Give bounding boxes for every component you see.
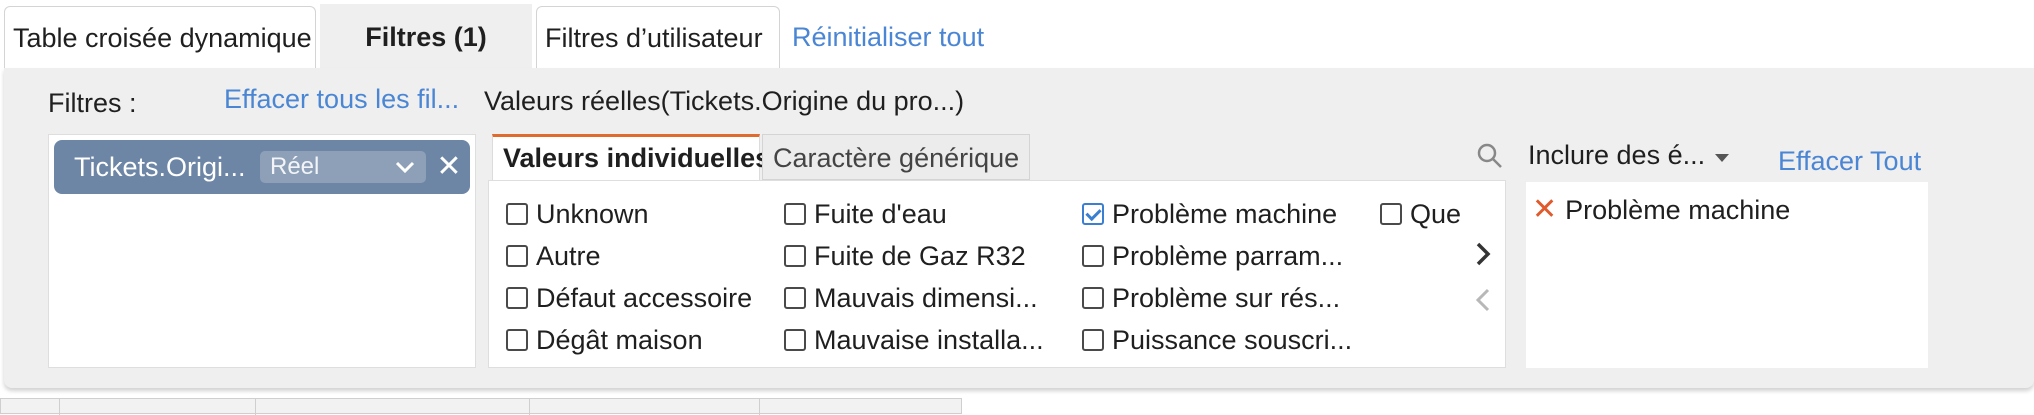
value-label: Problème sur rés... — [1112, 283, 1341, 313]
chevron-left-icon[interactable] — [1472, 286, 1494, 319]
filter-mode-select[interactable]: Réel — [260, 151, 426, 183]
filters-label: Filtres : — [48, 88, 137, 118]
value-label: Problème parram... — [1112, 241, 1344, 271]
value-checkbox[interactable]: Que — [1380, 196, 1461, 232]
checkbox[interactable] — [1082, 328, 1104, 351]
checkbox[interactable] — [784, 328, 806, 351]
chevron-right-icon[interactable] — [1472, 240, 1494, 273]
tab-user-filters[interactable]: Filtres d’utilisateur — [536, 6, 780, 68]
value-checkbox[interactable]: Unknown — [506, 196, 649, 232]
checkbox[interactable] — [506, 244, 528, 267]
value-checkbox[interactable]: Problème parram... — [1082, 238, 1343, 274]
caret-down-icon — [1713, 140, 1731, 170]
tab-wildcard[interactable]: Caractère générique — [762, 134, 1030, 180]
include-dropdown-label: Inclure des é... — [1528, 140, 1706, 170]
filter-chip[interactable]: Tickets.Origi... Réel ✕ — [54, 140, 470, 194]
value-label: Puissance souscri... — [1112, 325, 1353, 355]
checkbox[interactable] — [506, 286, 528, 309]
checkbox[interactable] — [1380, 202, 1402, 225]
checkbox[interactable] — [784, 244, 806, 267]
value-checkbox[interactable]: Fuite d'eau — [784, 196, 947, 232]
value-label: Mauvaise installa... — [814, 325, 1044, 355]
table-header-strip — [0, 398, 962, 415]
value-label: Fuite de Gaz R32 — [814, 241, 1026, 271]
checkbox[interactable] — [1082, 202, 1104, 225]
selected-item-label: Problème machine — [1565, 195, 1791, 225]
tab-pivot-table[interactable]: Table croisée dynamique — [4, 6, 316, 68]
search-icon[interactable] — [1476, 142, 1504, 175]
value-label: Autre — [536, 241, 601, 271]
value-checkbox[interactable]: Dégât maison — [506, 322, 703, 358]
checkbox[interactable] — [506, 328, 528, 351]
value-checkbox[interactable]: Défaut accessoire — [506, 280, 752, 316]
checkbox[interactable] — [506, 202, 528, 225]
tab-individual-values[interactable]: Valeurs individuelles — [492, 134, 770, 180]
checkbox[interactable] — [1082, 244, 1104, 267]
value-label: Unknown — [536, 199, 649, 229]
selected-item: ✕ Problème machine — [1532, 192, 1790, 227]
reset-all-link[interactable]: Réinitialiser tout — [784, 6, 992, 68]
checkbox[interactable] — [784, 202, 806, 225]
tab-bar: Table croisée dynamique Filtres (1) Filt… — [0, 0, 2034, 70]
value-label: Problème machine — [1112, 199, 1338, 229]
value-checkbox[interactable]: Mauvais dimensi... — [784, 280, 1038, 316]
value-label: Dégât maison — [536, 325, 703, 355]
value-checkbox[interactable]: Puissance souscri... — [1082, 322, 1352, 358]
value-label: Mauvais dimensi... — [814, 283, 1038, 313]
value-checkbox[interactable]: Autre — [506, 238, 601, 274]
checkbox[interactable] — [784, 286, 806, 309]
checkbox[interactable] — [1082, 286, 1104, 309]
close-icon[interactable]: ✕ — [1532, 193, 1557, 226]
value-label: Défaut accessoire — [536, 283, 753, 313]
close-icon[interactable]: ✕ — [434, 140, 464, 194]
chevron-down-icon — [394, 151, 416, 192]
value-label: Fuite d'eau — [814, 199, 947, 229]
value-label: Que — [1410, 199, 1462, 229]
clear-all-link[interactable]: Effacer Tout — [1778, 146, 1921, 177]
value-checkbox[interactable]: Problème sur rés... — [1082, 280, 1340, 316]
value-checkbox[interactable]: Mauvaise installa... — [784, 322, 1044, 358]
filter-chip-field: Tickets.Origi... — [74, 152, 246, 182]
actual-values-title: Valeurs réelles(Tickets.Origine du pro..… — [484, 86, 965, 116]
value-checkbox[interactable]: Fuite de Gaz R32 — [784, 238, 1026, 274]
include-dropdown[interactable]: Inclure des é... — [1528, 140, 1731, 171]
clear-all-filters-link[interactable]: Effacer tous les fil... — [224, 84, 459, 115]
value-checkbox[interactable]: Problème machine — [1082, 196, 1337, 232]
tab-filters[interactable]: Filtres (1) — [320, 4, 532, 70]
filter-mode-value: Réel — [270, 153, 320, 180]
